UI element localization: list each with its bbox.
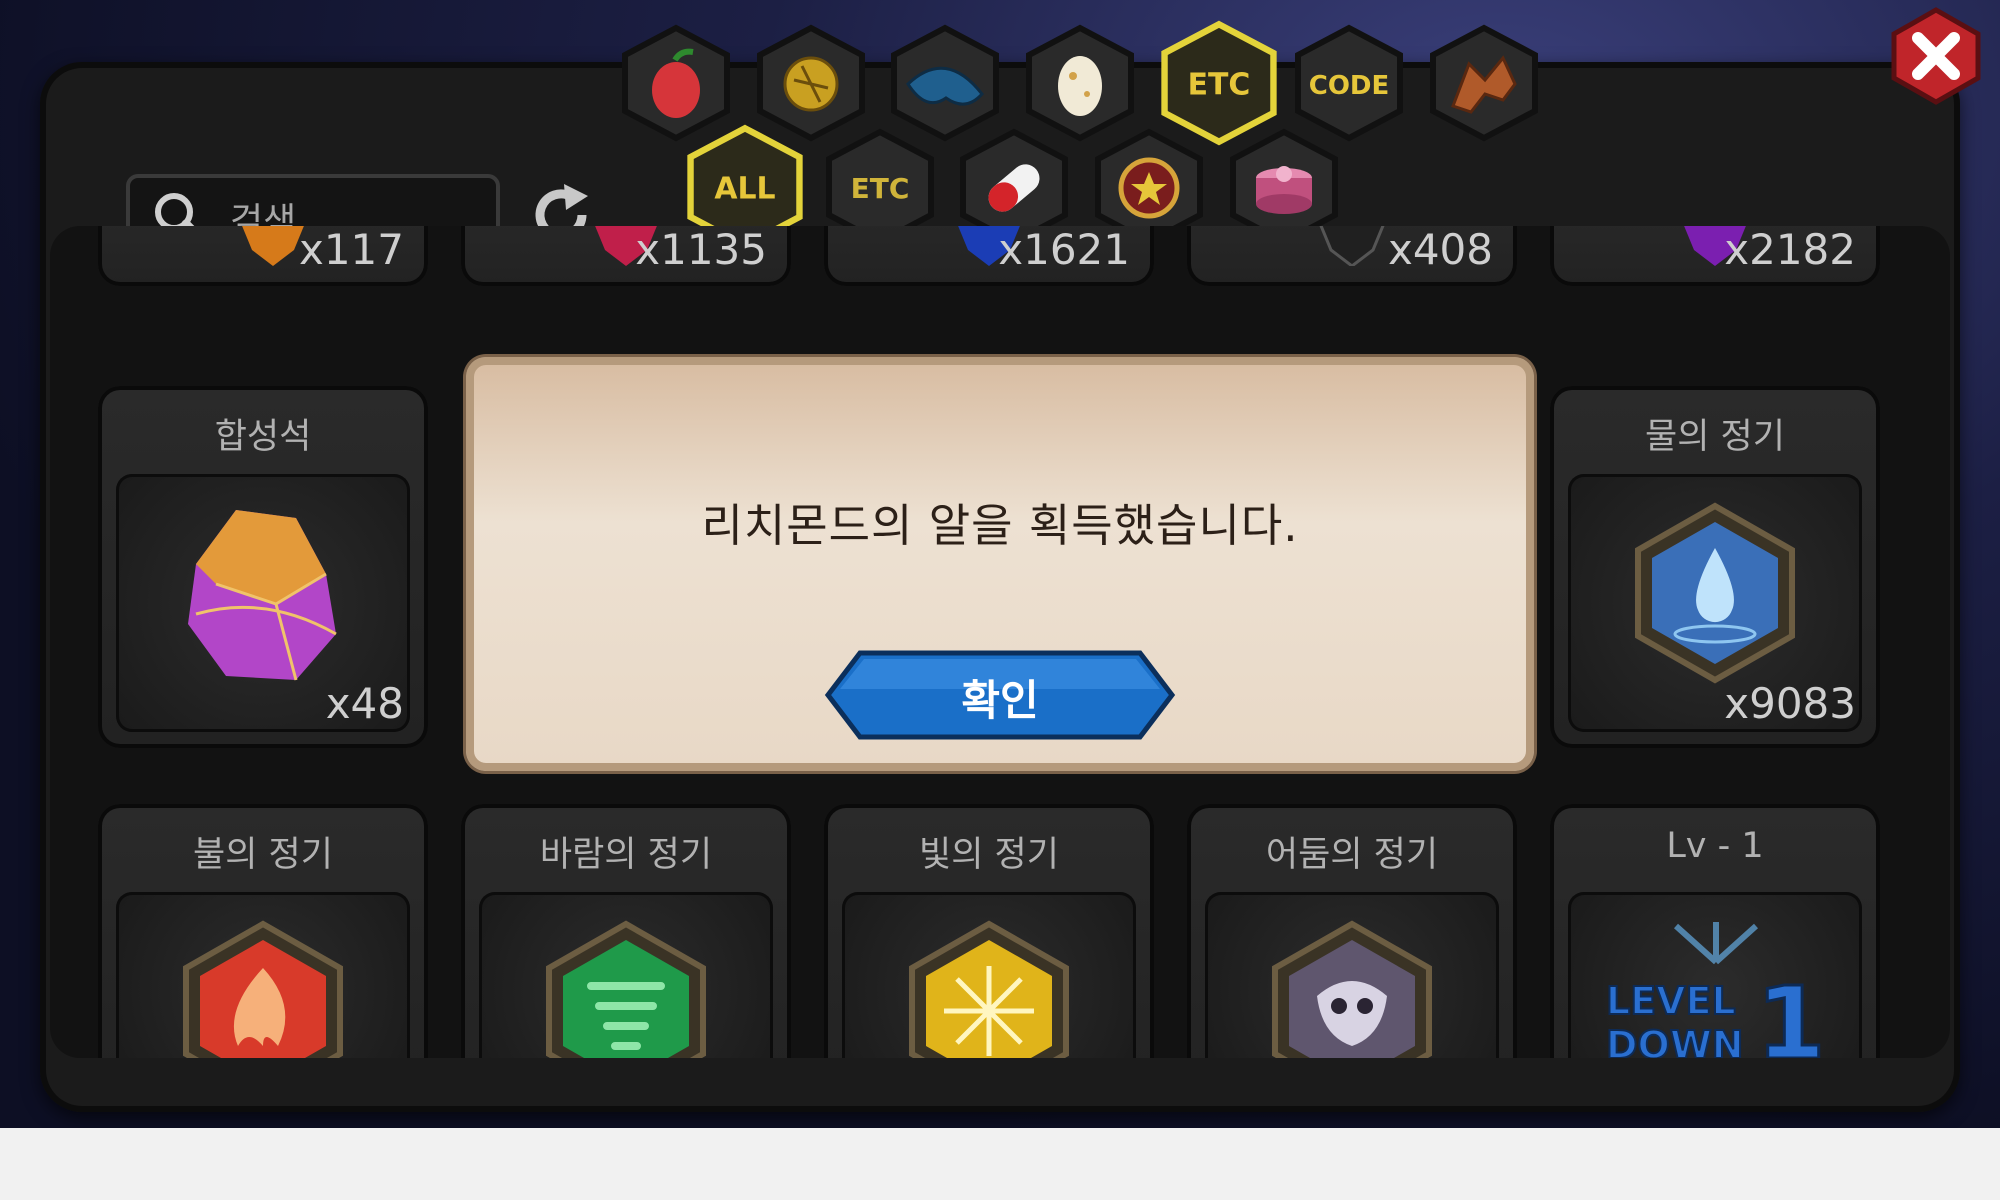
sunburst-icon — [944, 966, 1034, 1056]
item-count: x2182 — [1724, 226, 1856, 274]
tab-all-label: ALL — [714, 172, 775, 207]
water-essence-icon — [1635, 502, 1795, 684]
dark-essence-icon — [1272, 920, 1432, 1058]
tab-etc-bottom-label: ETC — [851, 172, 910, 205]
item-card-wind-essence[interactable]: 바람의 정기 — [461, 804, 791, 1058]
item-card-fire-essence[interactable]: 불의 정기 — [98, 804, 428, 1058]
item-card[interactable]: x117 — [98, 226, 428, 286]
item-card-water-essence[interactable]: 물의 정기 x9083 — [1550, 386, 1880, 748]
item-card[interactable]: x1621 — [824, 226, 1154, 286]
item-title: 물의 정기 — [1645, 417, 1785, 457]
game-background: 검색 ETC CODE ALL ETC x117 x1135 x1621 x40… — [0, 0, 2000, 1128]
tab-code-label: CODE — [1309, 71, 1390, 101]
item-card[interactable]: x408 — [1187, 226, 1517, 286]
tab-dragon[interactable] — [1425, 24, 1543, 142]
confirm-button-label: 확인 — [961, 676, 1039, 725]
light-essence-icon — [909, 920, 1069, 1058]
item-image-frame — [116, 892, 410, 1058]
item-count: x117 — [298, 226, 404, 274]
item-count: x1621 — [998, 226, 1130, 274]
item-image-frame — [842, 892, 1136, 1058]
item-count: x408 — [1387, 226, 1493, 274]
confirm-button[interactable]: 확인 — [824, 649, 1176, 741]
item-card-synthesis-stone[interactable]: 합성석 x48 — [98, 386, 428, 748]
item-image-frame: LEVEL DOWN 1 — [1568, 892, 1862, 1058]
item-title: 빛의 정기 — [919, 835, 1059, 875]
item-image-frame — [479, 892, 773, 1058]
item-image-frame — [1205, 892, 1499, 1058]
item-title: Lv - 1 — [1666, 826, 1764, 866]
item-card-level-down[interactable]: Lv - 1 LEVEL DOWN 1 — [1550, 804, 1880, 1058]
bow-icon — [1276, 166, 1292, 182]
tab-etc-top-label: ETC — [1188, 68, 1251, 103]
item-title: 불의 정기 — [193, 835, 333, 875]
gem-icon — [242, 226, 304, 266]
wind-essence-icon — [546, 920, 706, 1058]
badge-number-text: 1 — [1756, 965, 1826, 1058]
item-title: 바람의 정기 — [539, 835, 713, 875]
item-card[interactable]: x1135 — [461, 226, 791, 286]
tab-egg[interactable] — [1021, 24, 1139, 142]
gem-icon — [1319, 226, 1385, 266]
tab-scale[interactable] — [886, 24, 1004, 142]
item-count: x48 — [325, 679, 404, 728]
tab-code[interactable]: CODE — [1290, 24, 1408, 142]
item-card[interactable]: x2182 — [1550, 226, 1880, 286]
item-count: x9083 — [1724, 679, 1856, 728]
item-title: 합성석 — [214, 417, 312, 457]
synthesis-stone-icon — [188, 510, 337, 681]
item-card-light-essence[interactable]: 빛의 정기 — [824, 804, 1154, 1058]
notification-dialog: 리치몬드의 알을 획득했습니다. 확인 — [466, 357, 1534, 771]
item-title: 어둠의 정기 — [1265, 835, 1439, 875]
close-button[interactable] — [1886, 6, 1986, 106]
dialog-message: 리치몬드의 알을 획득했습니다. — [701, 499, 1299, 552]
level-down-badge-icon: LEVEL DOWN 1 — [1605, 922, 1827, 1058]
badge-down-text: DOWN — [1606, 1023, 1744, 1058]
fire-essence-icon — [183, 920, 343, 1058]
badge-level-text: LEVEL — [1606, 979, 1736, 1023]
item-count: x1135 — [635, 226, 767, 274]
item-card-dark-essence[interactable]: 어둠의 정기 — [1187, 804, 1517, 1058]
